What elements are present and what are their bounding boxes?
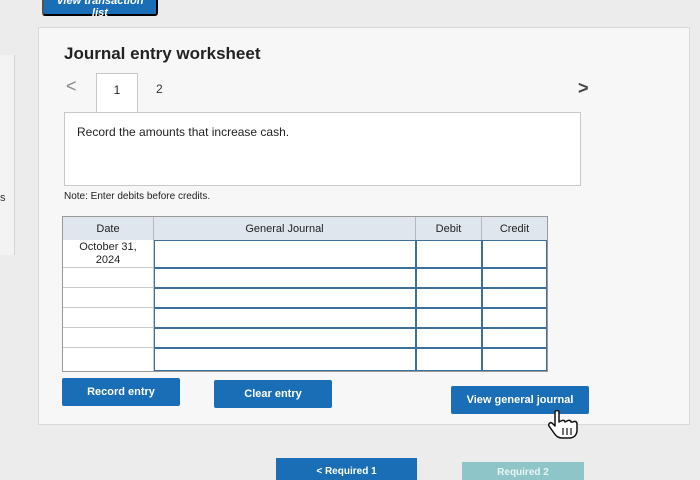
tab-1-label: 1 bbox=[113, 83, 121, 97]
account-input[interactable] bbox=[154, 268, 416, 288]
required-2-button[interactable]: Required 2 bbox=[462, 462, 584, 480]
general-journal-header: General Journal bbox=[154, 217, 416, 240]
left-edge-panel: s bbox=[0, 55, 15, 255]
hand-cursor-icon bbox=[548, 410, 578, 439]
tab-1[interactable]: 1 bbox=[96, 73, 138, 113]
account-input[interactable] bbox=[154, 308, 416, 328]
clear-entry-button[interactable]: Clear entry bbox=[214, 380, 332, 408]
date-cell: October 31, 2024 bbox=[63, 240, 154, 268]
journal-table: Date General Journal Debit Credit Octobe… bbox=[62, 216, 548, 372]
date-header: Date bbox=[63, 217, 154, 240]
account-input[interactable] bbox=[154, 240, 416, 268]
debit-input[interactable] bbox=[416, 308, 482, 328]
credit-input[interactable] bbox=[482, 288, 547, 308]
debit-input[interactable] bbox=[416, 348, 482, 371]
required-1-button[interactable]: < Required 1 bbox=[276, 458, 417, 480]
credit-header: Credit bbox=[482, 217, 547, 240]
record-entry-button[interactable]: Record entry bbox=[62, 378, 180, 406]
prev-arrow-icon[interactable]: < bbox=[66, 76, 77, 97]
instruction-box: Record the amounts that increase cash. bbox=[64, 112, 581, 186]
next-arrow-icon[interactable]: > bbox=[578, 78, 589, 99]
instruction-text: Record the amounts that increase cash. bbox=[77, 125, 290, 139]
date-value: October 31, 2024 bbox=[79, 241, 137, 266]
left-edge-char: s bbox=[0, 192, 6, 204]
credit-input[interactable] bbox=[482, 240, 547, 268]
account-input[interactable] bbox=[154, 328, 416, 348]
date-cell bbox=[63, 308, 154, 328]
credit-input[interactable] bbox=[482, 328, 547, 348]
debit-input[interactable] bbox=[416, 328, 482, 348]
credit-input[interactable] bbox=[482, 308, 547, 328]
debit-input[interactable] bbox=[416, 288, 482, 308]
date-cell bbox=[63, 268, 154, 288]
account-input[interactable] bbox=[154, 288, 416, 308]
tab-2[interactable]: 2 bbox=[156, 82, 163, 96]
date-cell bbox=[63, 348, 154, 371]
date-cell bbox=[63, 328, 154, 348]
credit-input[interactable] bbox=[482, 268, 547, 288]
view-transaction-list-button[interactable]: View transaction list bbox=[42, 0, 158, 19]
date-cell bbox=[63, 288, 154, 308]
note-text: Note: Enter debits before credits. bbox=[64, 191, 211, 202]
debit-header: Debit bbox=[416, 217, 482, 240]
debit-input[interactable] bbox=[416, 268, 482, 288]
debit-input[interactable] bbox=[416, 240, 482, 268]
account-input[interactable] bbox=[154, 348, 416, 371]
credit-input[interactable] bbox=[482, 348, 547, 371]
worksheet-title: Journal entry worksheet bbox=[64, 44, 261, 63]
